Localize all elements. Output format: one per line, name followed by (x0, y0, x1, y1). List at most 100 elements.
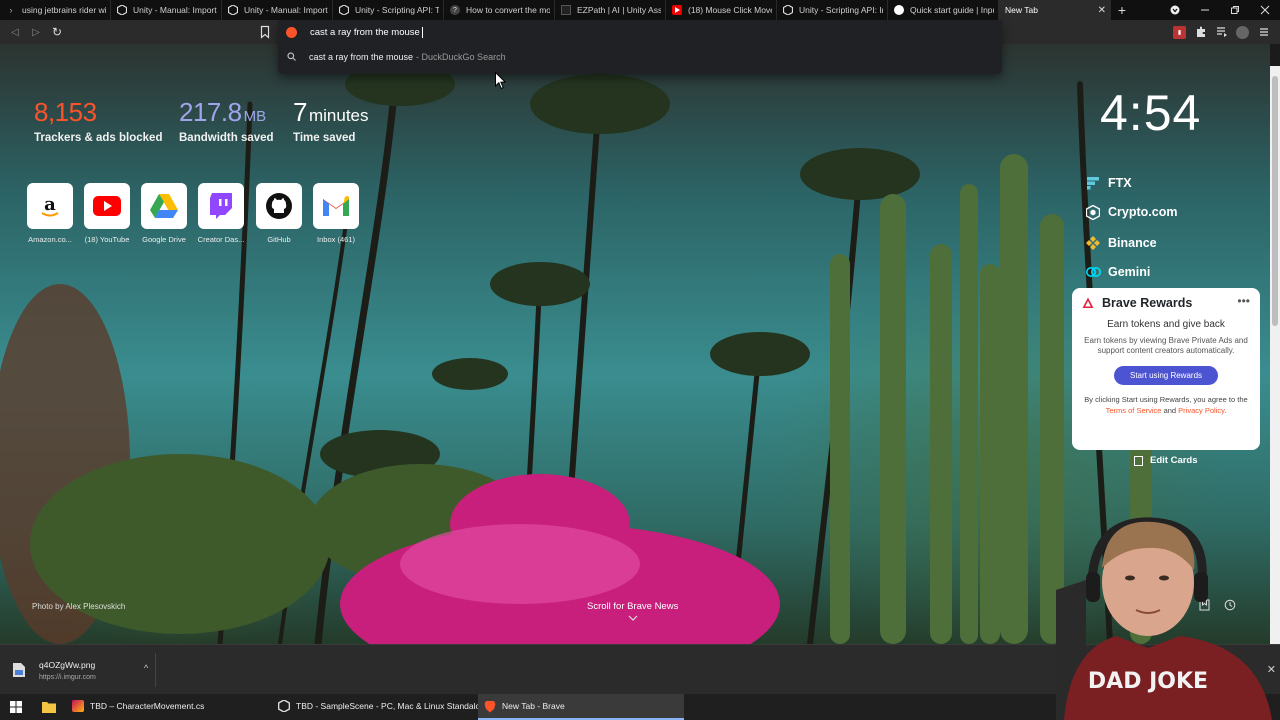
rider-icon (72, 700, 84, 712)
tab-3[interactable]: Unity - Scripting API: Tra (333, 0, 444, 20)
reload-icon[interactable]: ↻ (49, 24, 65, 40)
tab-4[interactable]: ? How to convert the mo (444, 0, 555, 20)
tab-label: Unity - Manual: Importa (133, 5, 217, 15)
widget-label: Crypto.com (1108, 205, 1178, 219)
widget-gemini[interactable]: Gemini (1085, 264, 1150, 280)
tab-strip: › using jetbrains rider with Unity - Man… (0, 0, 1280, 20)
taskbar-app-rider[interactable]: TBD – CharacterMovement.cs (66, 694, 272, 720)
brave-rewards-card: Brave Rewards ••• Earn tokens and give b… (1072, 288, 1260, 450)
suggestion-query: cast a ray from the mouse (309, 52, 414, 62)
time-stat: 7 minutes Time saved (293, 97, 369, 144)
widget-ftx[interactable]: FTX (1085, 175, 1132, 191)
address-bar[interactable]: cast a ray from the mouse (278, 20, 1002, 44)
ftx-icon (1085, 175, 1101, 191)
tab-2[interactable]: Unity - Manual: Importa (222, 0, 333, 20)
top-site-label: Amazon.co... (28, 235, 72, 244)
chevron-down-icon (587, 614, 678, 623)
top-site-github[interactable]: GitHub (254, 183, 304, 244)
download-item[interactable]: q4OZgWw.png https://i.imgur.com ^ (6, 653, 156, 687)
unity-icon (277, 699, 291, 713)
widget-binance[interactable]: Binance (1085, 235, 1157, 251)
tab-1[interactable]: Unity - Manual: Importa (111, 0, 222, 20)
unity-icon (783, 5, 793, 15)
download-source: https://i.imgur.com (39, 673, 96, 681)
top-site-youtube[interactable]: (18) YouTube (82, 183, 132, 244)
download-filename: q4OZgWw.png (39, 659, 96, 670)
start-using-rewards-button[interactable]: Start using Rewards (1114, 366, 1218, 385)
taskbar-app-unity[interactable]: TBD - SampleScene - PC, Mac & Linux Stan… (272, 694, 478, 720)
widget-crypto-com[interactable]: Crypto.com (1085, 204, 1177, 220)
top-site-label: Google Drive (142, 235, 186, 244)
address-input[interactable]: cast a ray from the mouse (310, 27, 420, 38)
back-icon[interactable]: ◁ (7, 24, 23, 40)
tab-5[interactable]: EZPath | AI | Unity Asset (555, 0, 666, 20)
close-window-icon[interactable] (1250, 0, 1280, 20)
scroll-for-brave-news[interactable]: Scroll for Brave News (587, 601, 678, 623)
top-site-twitch[interactable]: Creator Das... (196, 183, 246, 244)
unity-asset-icon (561, 5, 571, 15)
webcam-overlay: DAD JOKE (1056, 517, 1272, 720)
forward-icon[interactable]: ▷ (28, 24, 44, 40)
time-value: 7 (293, 97, 307, 127)
bandwidth-unit: MB (243, 108, 267, 125)
photo-credit[interactable]: Photo by Alex Plesovskich (32, 602, 125, 611)
twitch-icon (198, 183, 244, 229)
bandwidth-label: Bandwidth saved (179, 132, 274, 144)
search-icon (287, 51, 299, 63)
adblock-icon[interactable]: ▮ (1173, 25, 1186, 39)
top-site-label: Inbox (461) (317, 235, 355, 244)
tab-label: How to convert the mo (466, 5, 550, 15)
widget-label: Binance (1108, 236, 1157, 250)
unity-icon (117, 5, 127, 15)
file-explorer-icon[interactable] (32, 694, 66, 720)
edit-cards-button[interactable]: Edit Cards (1134, 455, 1198, 466)
time-label: Time saved (293, 132, 356, 144)
chevron-up-icon[interactable]: ^ (144, 663, 148, 673)
rewards-title: Brave Rewards (1102, 296, 1193, 310)
profile-avatar-icon[interactable] (1236, 25, 1249, 39)
tab-label: Unity - Manual: Importa (244, 5, 328, 15)
rewards-headline: Earn tokens and give back (1107, 319, 1225, 330)
top-site-label: (18) YouTube (84, 235, 130, 244)
menu-icon[interactable] (1257, 26, 1270, 39)
playlist-icon[interactable] (1215, 26, 1228, 39)
trackers-stat: 8,153 Trackers & ads blocked (34, 97, 162, 144)
taskbar-app-label: TBD - SampleScene - PC, Mac & Linux Stan… (296, 701, 478, 711)
rewards-terms: By clicking Start using Rewards, you agr… (1084, 395, 1248, 415)
minimize-icon[interactable] (1190, 0, 1220, 20)
restore-icon[interactable] (1220, 0, 1250, 20)
more-options-icon[interactable]: ••• (1237, 294, 1250, 308)
brave-shield-icon[interactable] (286, 26, 297, 38)
search-suggestion[interactable]: cast a ray from the mouse - DuckDuckGo S… (278, 45, 1002, 69)
top-site-amazon[interactable]: a Amazon.co... (25, 183, 75, 244)
youtube-icon (84, 183, 130, 229)
close-tab-icon[interactable]: ✕ (1098, 5, 1106, 16)
tab-8[interactable]: Quick start guide | Input (888, 0, 999, 20)
new-tab-button[interactable]: + (1111, 0, 1133, 20)
extensions-area: ▮ (1173, 20, 1280, 44)
taskbar-app-brave[interactable]: New Tab - Brave (478, 694, 684, 720)
unity-icon (228, 5, 238, 15)
top-site-google-drive[interactable]: Google Drive (139, 183, 189, 244)
scrollbar-thumb[interactable] (1272, 76, 1278, 326)
bookmark-icon[interactable] (259, 25, 271, 39)
brave-icon (484, 700, 496, 713)
tab-active[interactable]: New Tab ✕ (999, 0, 1111, 20)
crypto-com-icon (1085, 204, 1101, 220)
edit-cards-label: Edit Cards (1150, 455, 1198, 466)
tab-label: Unity - Scripting API: Inp (799, 5, 883, 15)
tab-search-icon[interactable] (1160, 0, 1190, 20)
tab-7[interactable]: Unity - Scripting API: Inp (777, 0, 888, 20)
tab-label: New Tab (1005, 5, 1038, 15)
windows-start-icon[interactable] (0, 694, 32, 720)
tab-6[interactable]: (18) Mouse Click Movem (666, 0, 777, 20)
github-icon (256, 183, 302, 229)
tab-0[interactable]: › using jetbrains rider with (0, 0, 111, 20)
taskbar-app-label: TBD – CharacterMovement.cs (90, 701, 205, 711)
terms-of-service-link[interactable]: Terms of Service (1106, 406, 1162, 415)
privacy-policy-link[interactable]: Privacy Policy (1178, 406, 1224, 415)
tab-label: Unity - Scripting API: Tra (355, 5, 439, 15)
puzzle-icon[interactable] (1194, 26, 1207, 39)
github-icon (894, 5, 904, 15)
top-site-gmail[interactable]: Inbox (461) (311, 183, 361, 244)
